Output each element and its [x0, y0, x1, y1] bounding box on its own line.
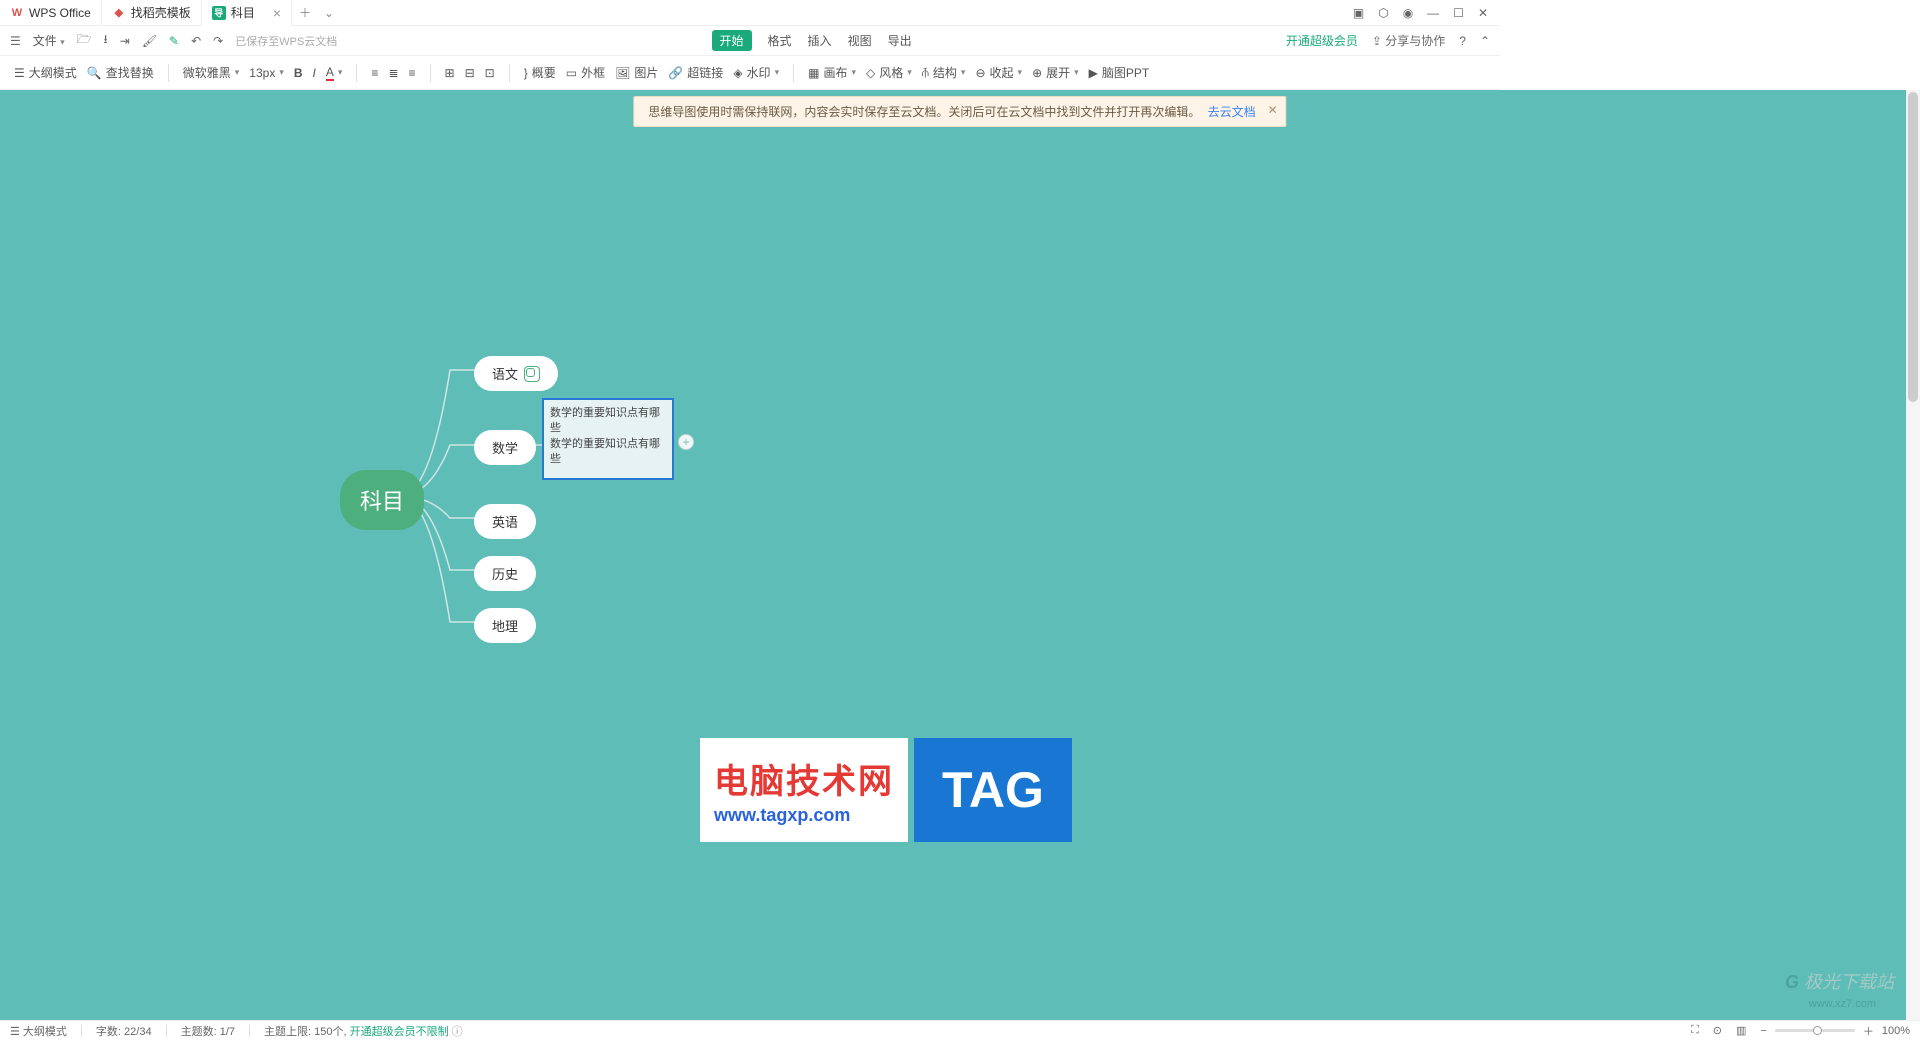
- mindmap-child-node[interactable]: 英语: [474, 504, 536, 539]
- menu-start[interactable]: 开始: [712, 30, 752, 51]
- font-color-button[interactable]: A ▾: [326, 65, 343, 81]
- collapse-ribbon-icon[interactable]: ⌃: [1480, 34, 1490, 48]
- vertical-scrollbar[interactable]: [1906, 90, 1920, 1020]
- tab-templates[interactable]: ◆找稻壳模板: [102, 0, 202, 26]
- style-button[interactable]: ◇ 风格 ▾: [866, 64, 912, 81]
- status-topic-count: 主题数: 1/7: [181, 1023, 235, 1039]
- font-size-select[interactable]: 13px ▾: [249, 66, 284, 80]
- mindmap-child-node[interactable]: 数学: [474, 430, 536, 465]
- align-left-button[interactable]: ≡: [371, 66, 378, 80]
- align-center-button[interactable]: ≣: [388, 66, 398, 80]
- title-bar: WWPS Office ◆找稻壳模板 导科目× ＋ ⌄ ▣ ⬡ ◉ — ☐ ✕: [0, 0, 1500, 26]
- export-icon[interactable]: ⇥: [120, 34, 130, 48]
- window-close-button[interactable]: ✕: [1478, 6, 1488, 20]
- menu-export[interactable]: 导出: [888, 32, 912, 49]
- close-tab-icon[interactable]: ×: [273, 5, 281, 21]
- tab-document[interactable]: 导科目×: [202, 0, 292, 26]
- menu-list-icon[interactable]: ☰: [10, 34, 21, 48]
- outline-mode-button[interactable]: ☰ 大纲模式: [14, 64, 77, 81]
- mindmap-doc-icon: 导: [212, 6, 226, 20]
- tab-list-dropdown[interactable]: ⌄: [318, 6, 340, 20]
- align-right-button[interactable]: ≡: [409, 66, 416, 80]
- zoom-out-button[interactable]: −: [1760, 1025, 1766, 1037]
- overlay-banner: 电脑技术网 www.tagxp.com TAG: [700, 738, 1072, 842]
- highlighter-icon[interactable]: ✎: [169, 34, 179, 48]
- undo-icon[interactable]: ↶: [191, 34, 201, 48]
- zoom-control[interactable]: − ＋ 100%: [1760, 1023, 1910, 1039]
- status-topic-limit: 主题上限: 150个, 开通超级会员不限制 ⓘ: [264, 1023, 463, 1039]
- italic-button[interactable]: I: [313, 66, 316, 80]
- window-minimize-button[interactable]: —: [1427, 6, 1439, 20]
- image-button[interactable]: 🖼 图片: [615, 64, 658, 81]
- menu-bar: ☰ 文件 ▾ 🗁 ⭳ ⇥ 🖌 ✎ ↶ ↷ 已保存至WPS云文档 开始 格式 插入…: [0, 26, 1500, 56]
- redo-icon[interactable]: ↷: [213, 34, 223, 48]
- mindmap-note-node[interactable]: 数学的重要知识点有哪些 数学的重要知识点有哪些: [542, 398, 674, 480]
- open-icon[interactable]: 🗁: [77, 30, 92, 51]
- find-replace-button[interactable]: 🔍 查找替换: [87, 64, 154, 81]
- watermark-button[interactable]: ◈ 水印 ▾: [733, 64, 779, 81]
- add-child-button[interactable]: +: [678, 434, 694, 450]
- hyperlink-button[interactable]: 🔗 超链接: [668, 64, 723, 81]
- link-icon: [524, 366, 540, 382]
- mindmap-ppt-button[interactable]: ▶ 脑图PPT: [1089, 64, 1150, 81]
- mindmap-canvas[interactable]: 科目 语文 数学 英语 历史 地理 数学的重要知识点有哪些 数学的重要知识点有哪…: [0, 90, 1906, 1020]
- format-painter-icon[interactable]: 🖌: [142, 34, 157, 48]
- fit-screen-icon[interactable]: ⛶: [1691, 1024, 1699, 1037]
- watermark-brand: G 极光下载站: [1785, 968, 1894, 994]
- cube-icon[interactable]: ⬡: [1378, 6, 1388, 20]
- node-insert-2-button[interactable]: ⊟: [465, 66, 475, 80]
- status-bar: ☰ 大纲模式 字数: 22/34 主题数: 1/7 主题上限: 150个, 开通…: [0, 1020, 1920, 1040]
- node-insert-3-button[interactable]: ⊡: [485, 66, 495, 80]
- cloud-notice-bar: 思维导图使用时需保持联网，内容会实时保存至云文档。关闭后可在云文档中找到文件并打…: [633, 96, 1286, 127]
- canvas-button[interactable]: ▦ 画布 ▾: [808, 64, 856, 81]
- download-icon[interactable]: ⭳: [104, 30, 108, 51]
- banner-url: www.tagxp.com: [714, 805, 894, 826]
- notice-link[interactable]: 去云文档: [1208, 105, 1256, 119]
- node-insert-1-button[interactable]: ⊞: [445, 66, 455, 80]
- status-outline-mode[interactable]: ☰ 大纲模式: [10, 1023, 67, 1039]
- user-avatar-icon[interactable]: ◉: [1403, 6, 1413, 20]
- scrollbar-thumb[interactable]: [1908, 92, 1918, 402]
- mindmap-child-node[interactable]: 历史: [474, 556, 536, 591]
- font-family-select[interactable]: 微软雅黑 ▾: [183, 64, 240, 81]
- mindmap-child-node[interactable]: 地理: [474, 608, 536, 643]
- status-vip-link[interactable]: 开通超级会员不限制: [350, 1026, 449, 1038]
- new-tab-button[interactable]: ＋: [292, 4, 318, 21]
- summary-button[interactable]: } 概要: [524, 64, 556, 81]
- menu-file[interactable]: 文件 ▾: [33, 32, 65, 49]
- ribbon-toolbar: ☰ 大纲模式 🔍 查找替换 微软雅黑 ▾ 13px ▾ B I A ▾ ≡ ≣ …: [0, 56, 1500, 90]
- zoom-slider[interactable]: [1775, 1029, 1855, 1032]
- zoom-in-button[interactable]: ＋: [1863, 1023, 1874, 1039]
- banner-tag: TAG: [914, 738, 1072, 842]
- mindmap-root-node[interactable]: 科目: [340, 470, 424, 530]
- zoom-level: 100%: [1882, 1025, 1910, 1037]
- save-status: 已保存至WPS云文档: [235, 33, 337, 49]
- bold-button[interactable]: B: [294, 66, 303, 80]
- notice-close-icon[interactable]: ✕: [1268, 103, 1278, 117]
- structure-button[interactable]: ⫚ 结构 ▾: [922, 64, 966, 81]
- tab-wps-home[interactable]: WWPS Office: [0, 0, 102, 26]
- share-button[interactable]: ⇪ 分享与协作: [1372, 32, 1445, 49]
- vip-upgrade-link[interactable]: 开通超级会员: [1286, 32, 1358, 49]
- menu-view[interactable]: 视图: [848, 32, 872, 49]
- menu-insert[interactable]: 插入: [808, 32, 832, 49]
- status-word-count: 字数: 22/34: [96, 1023, 152, 1039]
- locate-icon[interactable]: ⊙: [1713, 1024, 1722, 1037]
- frame-button[interactable]: ▭ 外框: [566, 64, 605, 81]
- wps-logo-icon: W: [10, 6, 24, 20]
- watermark-url: www.xz7.com: [1809, 998, 1876, 1010]
- panel-icon[interactable]: ▣: [1353, 6, 1364, 20]
- window-maximize-button[interactable]: ☐: [1453, 6, 1464, 20]
- expand-button[interactable]: ⊕ 展开 ▾: [1032, 64, 1079, 81]
- help-icon[interactable]: ?: [1459, 34, 1466, 48]
- mindmap-child-node[interactable]: 语文: [474, 356, 558, 391]
- menu-format[interactable]: 格式: [768, 32, 792, 49]
- page-view-icon[interactable]: ▥: [1736, 1024, 1746, 1037]
- collapse-button[interactable]: ⊖ 收起 ▾: [975, 64, 1022, 81]
- banner-title: 电脑技术网: [714, 754, 894, 803]
- notice-text: 思维导图使用时需保持联网，内容会实时保存至云文档。关闭后可在云文档中找到文件并打…: [648, 105, 1200, 119]
- template-icon: ◆: [112, 6, 126, 20]
